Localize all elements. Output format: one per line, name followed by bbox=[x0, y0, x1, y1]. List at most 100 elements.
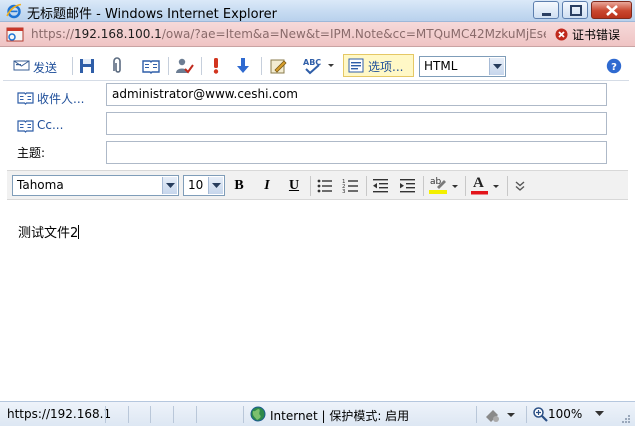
options-label: 选项... bbox=[368, 60, 404, 74]
font-name-select[interactable]: Tahoma bbox=[12, 175, 179, 196]
chevron-down-icon bbox=[507, 413, 515, 417]
font-size-select[interactable]: 10 bbox=[183, 175, 225, 196]
message-format-select[interactable]: HTML bbox=[419, 56, 506, 77]
address-bar[interactable]: https://192.168.100.1/owa/?ae=Item&a=New… bbox=[0, 22, 635, 47]
to-field-value: administrator@www.ceshi.com bbox=[112, 87, 298, 101]
chevron-down-icon bbox=[212, 183, 221, 188]
toolbar-divider bbox=[72, 57, 73, 75]
title-bar: 无标题邮件 - Windows Internet Explorer bbox=[0, 0, 635, 22]
status-divider bbox=[150, 406, 151, 423]
high-importance-button[interactable] bbox=[209, 56, 223, 76]
toolbar-divider bbox=[201, 57, 202, 75]
minimize-icon bbox=[542, 13, 551, 16]
resize-grip-icon[interactable] bbox=[620, 413, 632, 425]
certificate-error-icon[interactable] bbox=[555, 28, 568, 41]
send-icon bbox=[13, 60, 30, 71]
underline-button[interactable]: U bbox=[284, 176, 304, 196]
minimize-button[interactable] bbox=[533, 1, 559, 19]
italic-button[interactable]: I bbox=[257, 176, 277, 196]
spelling-button[interactable]: ABC bbox=[302, 56, 334, 76]
font-size-value: 10 bbox=[188, 178, 204, 192]
cc-label-link[interactable]: Cc... bbox=[37, 118, 63, 132]
address-url[interactable]: https://192.168.100.1/owa/?ae=Item&a=New… bbox=[31, 27, 546, 41]
address-book-icon[interactable] bbox=[17, 119, 34, 133]
numbering-button[interactable]: 1 2 3 bbox=[341, 176, 361, 196]
cc-field[interactable] bbox=[106, 112, 607, 135]
zoom-magnifier-icon bbox=[533, 407, 548, 422]
font-name-dropdown-button[interactable] bbox=[162, 177, 177, 194]
increase-indent-button[interactable] bbox=[398, 176, 418, 196]
svg-text:?: ? bbox=[611, 62, 617, 73]
bullets-button[interactable] bbox=[315, 176, 335, 196]
certificate-error-label[interactable]: 证书错误 bbox=[572, 26, 620, 43]
url-path: /owa/?ae=Item&a=New&t=IPM.Note&cc=MTQuMC… bbox=[161, 27, 546, 41]
font-color-swatch bbox=[471, 185, 499, 195]
format-dropdown-button[interactable] bbox=[489, 58, 504, 75]
toolbar-divider bbox=[423, 176, 424, 196]
indent-icon bbox=[400, 179, 415, 193]
low-importance-button[interactable] bbox=[235, 56, 251, 76]
text-cursor bbox=[78, 225, 80, 239]
address-book-icon[interactable] bbox=[17, 91, 34, 105]
paperclip-icon bbox=[113, 57, 121, 73]
url-prefix: https:// bbox=[31, 27, 75, 41]
status-bar: https://192.168.1 Internet | 保护模式: 启用 10… bbox=[0, 401, 635, 426]
url-host: 192.168.100.1 bbox=[74, 27, 162, 41]
status-divider bbox=[243, 406, 244, 423]
status-url: https://192.168.1 bbox=[7, 407, 112, 421]
security-zone-label[interactable]: Internet | 保护模式: 启用 bbox=[270, 407, 409, 424]
close-icon bbox=[606, 5, 618, 16]
font-name-value: Tahoma bbox=[17, 178, 64, 192]
toolbar-divider bbox=[310, 176, 311, 196]
attach-file-button[interactable] bbox=[108, 56, 126, 76]
decrease-indent-button[interactable] bbox=[371, 176, 391, 196]
toolbar-divider bbox=[168, 57, 169, 75]
subject-field[interactable] bbox=[106, 141, 607, 164]
highlight-button[interactable]: ab bbox=[428, 176, 462, 196]
internet-zone-icon[interactable] bbox=[250, 406, 266, 422]
status-divider bbox=[526, 406, 527, 423]
window-title: 无标题邮件 - Windows Internet Explorer bbox=[27, 7, 277, 22]
status-divider bbox=[105, 406, 106, 423]
add-on-security-button[interactable] bbox=[484, 407, 520, 423]
send-button[interactable]: 发送 bbox=[13, 56, 71, 76]
toolbar-divider bbox=[507, 176, 508, 196]
page-warning-icon bbox=[6, 27, 24, 42]
toolbar-divider bbox=[261, 57, 262, 75]
font-color-button[interactable]: A bbox=[470, 175, 504, 196]
message-format-value: HTML bbox=[424, 59, 458, 73]
message-body-content: 测试文件2 bbox=[18, 226, 79, 241]
save-icon bbox=[80, 59, 94, 73]
toolbar-divider bbox=[465, 176, 466, 196]
formatting-toolbar: Tahoma 10 B I U 1 2 3 ab A bbox=[7, 170, 628, 200]
exclamation-icon bbox=[213, 58, 219, 74]
options-icon bbox=[348, 58, 364, 73]
maximize-button[interactable] bbox=[562, 1, 588, 19]
font-size-dropdown-button[interactable] bbox=[208, 177, 223, 194]
close-button[interactable] bbox=[591, 1, 632, 19]
address-book-icon bbox=[142, 60, 160, 74]
bold-button[interactable]: B bbox=[229, 176, 249, 196]
send-label: 发送 bbox=[33, 61, 58, 75]
status-divider bbox=[476, 406, 477, 423]
message-toolbar: 发送 ABC 选项... HTML ? bbox=[3, 51, 629, 81]
maximize-icon bbox=[570, 5, 582, 16]
options-button[interactable]: 选项... bbox=[343, 54, 414, 77]
ie-logo-icon bbox=[6, 3, 22, 19]
zoom-level: 100% bbox=[548, 407, 583, 421]
address-book-button[interactable] bbox=[141, 56, 161, 76]
down-arrow-icon bbox=[237, 58, 249, 73]
svg-text:3: 3 bbox=[342, 189, 346, 195]
message-body-editor[interactable]: 测试文件2 bbox=[7, 201, 628, 399]
to-label-link[interactable]: 收件人... bbox=[37, 90, 84, 107]
more-formatting-button[interactable] bbox=[510, 176, 530, 196]
signature-button[interactable] bbox=[269, 56, 289, 76]
to-field[interactable]: administrator@www.ceshi.com bbox=[106, 83, 607, 106]
chevron-down-icon bbox=[493, 64, 502, 69]
numbered-list-icon: 1 2 3 bbox=[342, 179, 358, 195]
chevron-down-icon bbox=[595, 411, 604, 416]
check-names-button[interactable] bbox=[174, 56, 194, 76]
help-icon[interactable]: ? bbox=[606, 58, 622, 74]
chevron-down-icon bbox=[452, 185, 458, 188]
save-button[interactable] bbox=[78, 56, 96, 76]
